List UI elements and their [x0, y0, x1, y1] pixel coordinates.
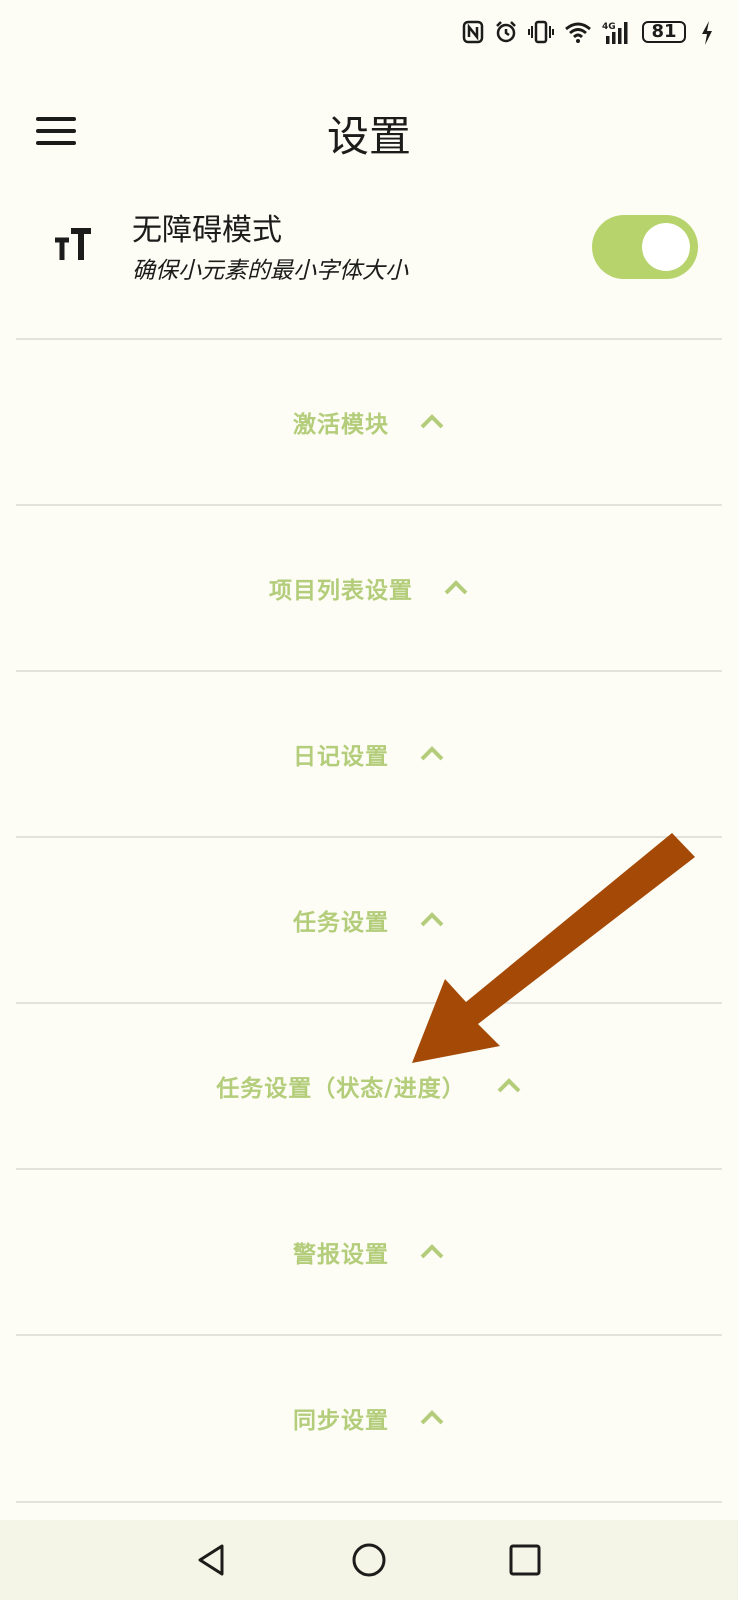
section-label: 任务设置（状态/进度） [216, 1076, 466, 1102]
accessibility-mode-subtitle: 确保小元素的最小字体大小 [132, 258, 408, 284]
section-project-list-settings[interactable]: 项目列表设置 [16, 504, 722, 670]
status-icons: 4G 81 [462, 20, 686, 44]
divider [16, 1501, 722, 1503]
network-type-label: 4G [602, 22, 616, 32]
section-sync-settings[interactable]: 同步设置 [16, 1334, 722, 1500]
vibrate-icon [528, 20, 554, 44]
nfc-icon [462, 20, 484, 44]
charging-icon [702, 21, 712, 45]
back-icon[interactable] [192, 1540, 232, 1580]
section-alert-settings[interactable]: 警报设置 [16, 1168, 722, 1334]
section-label: 激活模块 [293, 412, 389, 438]
chevron-up-icon [497, 1078, 521, 1093]
system-nav-bar [0, 1520, 738, 1600]
status-bar: 4G 81 [0, 0, 738, 70]
section-task-status-progress-settings[interactable]: 任务设置（状态/进度） [16, 1002, 722, 1168]
accessibility-mode-row[interactable]: 无障碍模式 确保小元素的最小字体大小 [0, 200, 738, 300]
chevron-up-icon [420, 414, 444, 429]
section-label: 任务设置 [293, 910, 389, 936]
battery-level: 81 [651, 21, 677, 42]
settings-section-list: 激活模块 项目列表设置 日记设置 任务设置 任务设置（状态/进度） 警报设置 同… [16, 338, 722, 1500]
section-diary-settings[interactable]: 日记设置 [16, 670, 722, 836]
section-label: 同步设置 [293, 1408, 389, 1434]
alarm-icon [496, 21, 516, 43]
section-activate-modules[interactable]: 激活模块 [16, 338, 722, 504]
section-label: 警报设置 [293, 1242, 389, 1268]
chevron-up-icon [420, 912, 444, 927]
section-label: 项目列表设置 [269, 578, 413, 604]
toggle-knob [642, 223, 690, 271]
section-label: 日记设置 [293, 744, 389, 770]
chevron-up-icon [420, 746, 444, 761]
battery-icon: 81 [642, 21, 686, 43]
chevron-up-icon [420, 1244, 444, 1259]
wifi-icon [565, 22, 591, 43]
signal-icon: 4G [602, 22, 628, 44]
text-size-icon [55, 228, 91, 260]
home-icon[interactable] [349, 1540, 389, 1580]
page-title: 设置 [326, 112, 411, 161]
section-task-settings[interactable]: 任务设置 [16, 836, 722, 1002]
app-header: 设置 [0, 95, 738, 179]
recents-icon[interactable] [505, 1540, 545, 1580]
chevron-up-icon [444, 580, 468, 595]
accessibility-mode-title: 无障碍模式 [132, 213, 282, 248]
chevron-up-icon [420, 1410, 444, 1425]
accessibility-mode-toggle[interactable] [592, 215, 698, 279]
